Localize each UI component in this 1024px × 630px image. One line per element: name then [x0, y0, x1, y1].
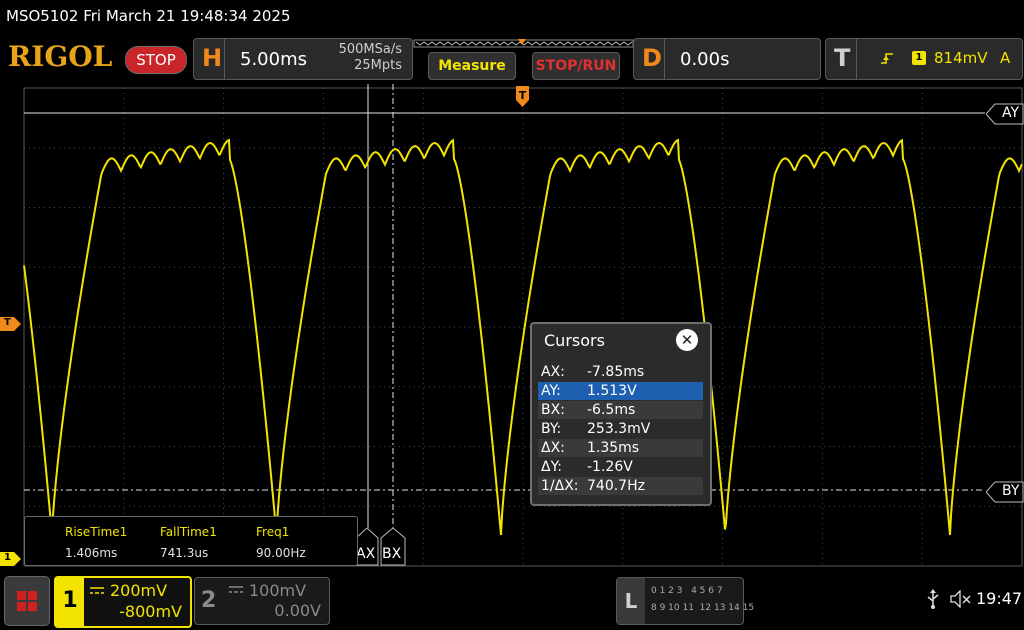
menu-button[interactable]	[4, 576, 50, 626]
trigger-source-badge: 1	[912, 51, 926, 65]
waveform-display[interactable]	[0, 84, 1024, 568]
measure-value: 1.406ms	[65, 546, 118, 560]
cursor-row-inv-dx[interactable]: 1/ΔX: 740.7Hz	[538, 477, 703, 495]
usb-icon	[927, 589, 939, 609]
horizontal-settings[interactable]: H 5.00ms 500MSa/s 25Mpts	[193, 38, 413, 80]
measure-name: FallTime1	[160, 525, 217, 539]
speaker-muted-icon[interactable]	[950, 590, 972, 608]
title-bar: MSO5102 Fri March 21 19:48:34 2025	[0, 0, 1024, 32]
brand-logo: RIGOL	[8, 40, 113, 73]
logic-row-2: 8 9 10 11 12 13 14 15	[651, 603, 755, 613]
trigger-mode: A	[1000, 49, 1011, 67]
run-state-badge[interactable]: STOP	[125, 46, 187, 74]
delay-settings[interactable]: D 0.00s	[633, 38, 821, 80]
timebase-value: 5.00ms	[240, 49, 307, 70]
stop-run-button[interactable]: STOP/RUN	[532, 52, 620, 80]
memory-depth: 25Mpts	[354, 58, 402, 73]
cursors-panel-header: Cursors ✕	[532, 324, 710, 356]
logic-letter: L	[617, 578, 645, 624]
trigger-position-marker[interactable]: T	[516, 86, 529, 108]
channel-1-offset: -800mV	[119, 602, 182, 621]
cursors-panel[interactable]: Cursors ✕ AX: -7.85ms AY: 1.513V BX: -6.…	[530, 322, 712, 506]
logic-row-1: 0 1 2 3 4 5 6 7	[651, 586, 723, 596]
cursor-row-ax[interactable]: AX: -7.85ms	[538, 363, 703, 381]
channel-2-number: 2	[201, 588, 217, 613]
measure-value: 90.00Hz	[256, 546, 306, 560]
svg-text:T: T	[519, 89, 527, 102]
channel-2-scale: 100mV	[249, 581, 307, 600]
measurement-panel[interactable]: RiseTime1 1.406ms FallTime1 741.3us Freq…	[24, 516, 358, 566]
close-icon[interactable]: ✕	[676, 329, 698, 351]
ch1-ground-marker[interactable]: 1	[0, 551, 22, 566]
menu-icon	[17, 591, 37, 611]
delay-letter: D	[642, 44, 662, 72]
sample-rate: 500MSa/s	[338, 42, 402, 57]
cursor-row-dx[interactable]: ΔX: 1.35ms	[538, 439, 703, 457]
trigger-level: 814mV	[934, 49, 988, 67]
cursor-by-label[interactable]: BY	[986, 481, 1024, 503]
cursor-row-dy[interactable]: ΔY: -1.26V	[538, 458, 703, 476]
delay-value: 0.00s	[680, 49, 730, 70]
channel-1-box[interactable]: 1 200mV -800mV	[54, 576, 192, 628]
cursor-row-bx[interactable]: BX: -6.5ms	[538, 401, 703, 419]
window-title: MSO5102 Fri March 21 19:48:34 2025	[6, 7, 291, 25]
trigger-letter: T	[834, 44, 851, 72]
trigger-settings[interactable]: T 1 814mV A	[825, 38, 1023, 80]
cursors-panel-title: Cursors	[544, 331, 605, 350]
trigger-edge-icon	[881, 53, 893, 64]
cursor-ay-label[interactable]: AY	[986, 103, 1024, 125]
measure-button[interactable]: Measure	[428, 52, 516, 80]
measure-name: Freq1	[256, 525, 290, 539]
cursor-row-ay[interactable]: AY: 1.513V	[538, 382, 703, 400]
trigger-level-marker[interactable]: T	[0, 316, 22, 331]
ch1-trace	[23, 138, 1023, 536]
channel-1-number: 1	[56, 578, 84, 626]
cursor-row-by[interactable]: BY: 253.3mV	[538, 420, 703, 438]
dc-coupling-icon	[229, 586, 243, 593]
dc-coupling-icon	[90, 587, 104, 594]
measure-value: 741.3us	[160, 546, 209, 560]
cursor-bx-label[interactable]: BX	[380, 528, 406, 566]
measure-name: RiseTime1	[65, 525, 128, 539]
status-clock: 19:47	[976, 589, 1023, 608]
channel-2-offset: 0.00V	[274, 601, 321, 620]
horizontal-letter: H	[202, 44, 223, 72]
cursor-ax-label[interactable]: AX	[355, 528, 379, 566]
logic-channels-box[interactable]: L 0 1 2 3 4 5 6 7 8 9 10 11 12 13 14 15	[616, 577, 754, 625]
channel-2-box[interactable]: 2 100mV 0.00V	[194, 577, 330, 625]
ch1-waveform	[23, 138, 1023, 536]
trigger-position-strip	[413, 39, 634, 48]
channel-1-scale: 200mV	[110, 581, 168, 600]
